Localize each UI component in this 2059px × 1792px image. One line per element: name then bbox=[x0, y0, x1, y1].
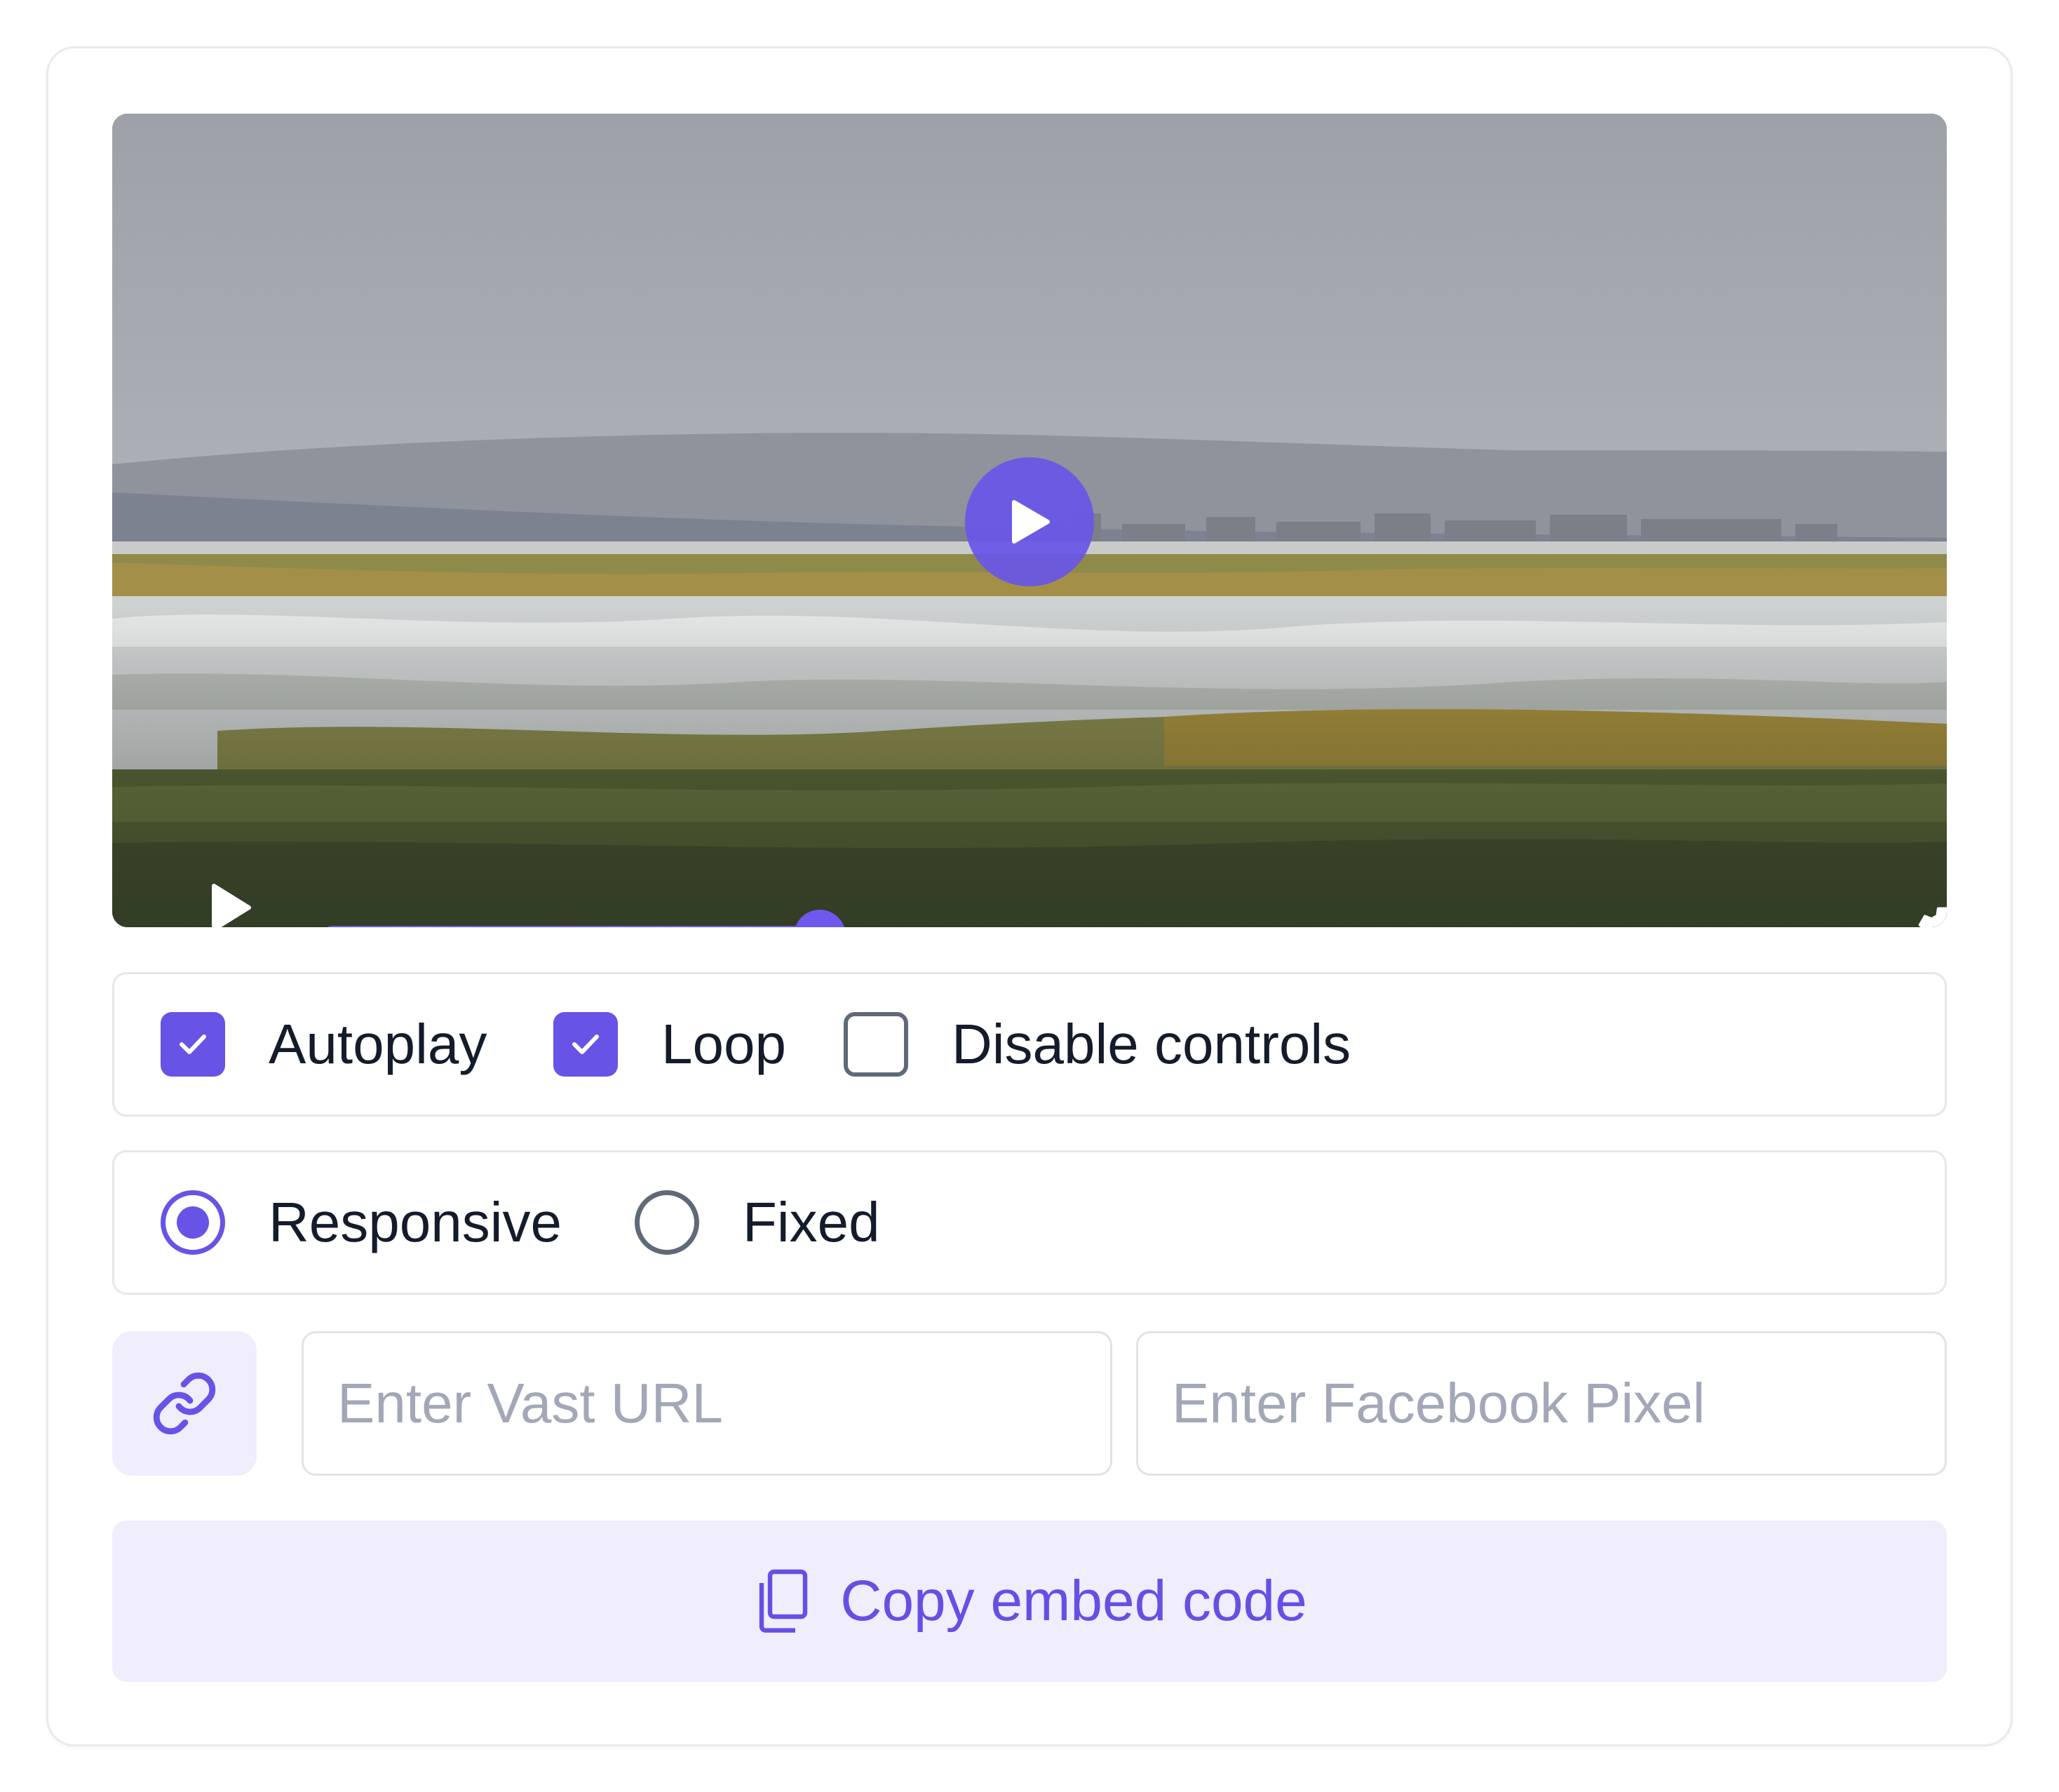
center-play-button[interactable] bbox=[965, 457, 1094, 586]
progress-fill bbox=[323, 926, 820, 927]
play-icon bbox=[212, 884, 251, 927]
size-mode-panel: Responsive Fixed bbox=[112, 1150, 1947, 1295]
play-icon bbox=[1012, 500, 1050, 544]
responsive-label: Responsive bbox=[269, 1191, 562, 1253]
radio-selected[interactable] bbox=[161, 1190, 225, 1255]
link-icon bbox=[153, 1372, 216, 1435]
link-button[interactable] bbox=[112, 1331, 257, 1476]
radio-unselected[interactable] bbox=[635, 1190, 699, 1255]
fixed-radio[interactable]: Fixed bbox=[635, 1152, 880, 1293]
checkmark-icon bbox=[572, 1035, 599, 1054]
autoplay-checkbox[interactable]: Autoplay bbox=[161, 974, 487, 1114]
copy-embed-code-button[interactable]: Copy embed code bbox=[112, 1521, 1947, 1682]
checkmark-icon bbox=[180, 1035, 206, 1054]
copy-icon bbox=[760, 1569, 808, 1633]
gear-icon[interactable] bbox=[1912, 902, 1947, 927]
disable-controls-checkbox[interactable]: Disable controls bbox=[844, 974, 1351, 1114]
checkbox-unchecked[interactable] bbox=[844, 1012, 908, 1077]
responsive-radio[interactable]: Responsive bbox=[161, 1152, 562, 1293]
vast-url-input[interactable] bbox=[302, 1331, 1112, 1476]
checkbox-checked[interactable] bbox=[553, 1012, 618, 1077]
control-bar-play-button[interactable] bbox=[206, 880, 257, 927]
autoplay-label: Autoplay bbox=[269, 1013, 487, 1075]
loop-checkbox[interactable]: Loop bbox=[553, 974, 786, 1114]
video-player[interactable] bbox=[112, 114, 1947, 927]
checkbox-checked[interactable] bbox=[161, 1012, 225, 1077]
copy-embed-code-label: Copy embed code bbox=[840, 1569, 1307, 1633]
loop-label: Loop bbox=[661, 1013, 786, 1075]
facebook-pixel-input[interactable] bbox=[1136, 1331, 1947, 1476]
disable-controls-label: Disable controls bbox=[952, 1013, 1351, 1075]
fixed-label: Fixed bbox=[743, 1191, 880, 1253]
playback-options-panel: Autoplay Loop Disable controls bbox=[112, 972, 1947, 1117]
